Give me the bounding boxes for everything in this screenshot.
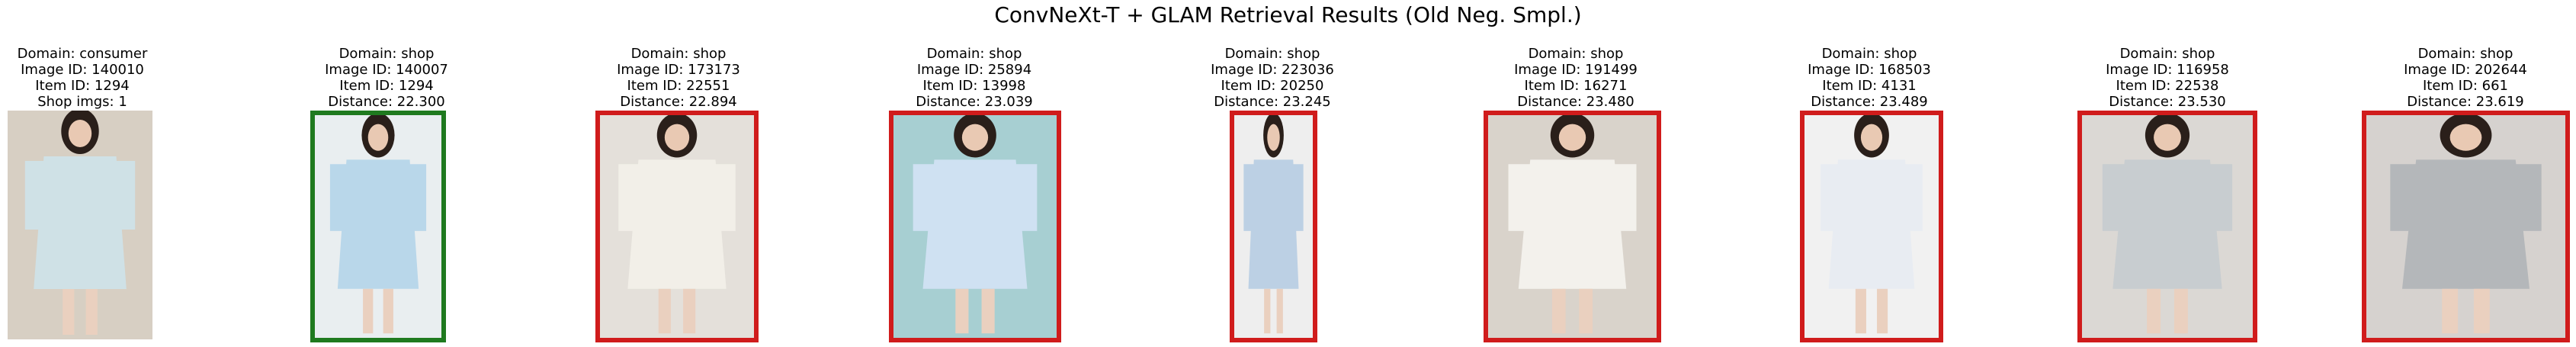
result-image-mismatch <box>1800 111 1943 342</box>
result-domain: Domain: shop <box>1224 46 1320 62</box>
result-image-mismatch <box>2362 111 2570 342</box>
result-domain: Domain: shop <box>338 46 435 62</box>
query-caption: Domain: consumer Image ID: 140010 Item ID:… <box>0 46 181 110</box>
result-image-mismatch <box>595 111 759 342</box>
query-image <box>8 111 152 339</box>
result-image-id: Image ID: 202644 <box>2404 62 2527 78</box>
result-distance: Distance: 23.480 <box>1517 94 1634 110</box>
figure-title: ConvNeXt-T + GLAM Retrieval Results (Old… <box>994 2 1582 27</box>
result-image-id: Image ID: 191499 <box>1514 62 1638 78</box>
result-distance: Distance: 23.039 <box>916 94 1033 110</box>
result-caption: Domain: shop Image ID: 25894 Item ID: 1399… <box>875 46 1073 110</box>
result-item-id: Item ID: 22551 <box>627 78 730 94</box>
result-caption: Domain: shop Image ID: 191499 Item ID: 162… <box>1477 46 1675 110</box>
result-domain: Domain: shop <box>1528 46 1624 62</box>
photo-illustration <box>8 111 152 339</box>
result-domain: Domain: shop <box>630 46 727 62</box>
result-distance: Distance: 23.530 <box>2109 94 2226 110</box>
result-item-id: Item ID: 16271 <box>1524 78 1628 94</box>
query-item-id: Item ID: 1294 <box>35 78 130 94</box>
result-caption: Domain: shop Image ID: 168503 Item ID: 413… <box>1770 46 1968 110</box>
result-item-id: Item ID: 4131 <box>1822 78 1917 94</box>
result-image-mismatch <box>2077 111 2257 342</box>
result-distance: Distance: 22.894 <box>620 94 737 110</box>
result-caption: Domain: shop Image ID: 202644 Item ID: 661… <box>2366 46 2565 110</box>
photo-illustration <box>2082 115 2253 338</box>
query-image-id: Image ID: 140010 <box>21 62 144 78</box>
result-domain: Domain: shop <box>2119 46 2215 62</box>
result-caption: Domain: shop Image ID: 173173 Item ID: 225… <box>579 46 778 110</box>
result-item-id: Item ID: 13998 <box>922 78 1026 94</box>
result-image-id: Image ID: 116958 <box>2106 62 2229 78</box>
result-image-id: Image ID: 173173 <box>617 62 740 78</box>
result-image-id: Image ID: 140007 <box>325 62 448 78</box>
photo-illustration <box>315 115 441 338</box>
photo-illustration <box>1488 115 1657 338</box>
query-domain: Domain: consumer <box>17 46 148 62</box>
result-item-id: Item ID: 22538 <box>2116 78 2219 94</box>
result-image-id: Image ID: 168503 <box>1808 62 1931 78</box>
result-domain: Domain: shop <box>1821 46 1917 62</box>
photo-illustration <box>600 115 754 338</box>
result-caption: Domain: shop Image ID: 223036 Item ID: 202… <box>1173 46 1371 110</box>
result-domain: Domain: shop <box>926 46 1022 62</box>
photo-illustration <box>1234 115 1313 338</box>
result-caption: Domain: shop Image ID: 116958 Item ID: 225… <box>2068 46 2266 110</box>
photo-illustration <box>2366 115 2565 338</box>
result-image-match <box>310 111 446 342</box>
result-image-mismatch <box>889 111 1061 342</box>
result-image-id: Image ID: 25894 <box>916 62 1032 78</box>
result-distance: Distance: 23.489 <box>1811 94 1928 110</box>
result-item-id: Item ID: 661 <box>2422 78 2508 94</box>
result-distance: Distance: 23.245 <box>1214 94 1331 110</box>
result-item-id: Item ID: 1294 <box>339 78 434 94</box>
result-distance: Distance: 23.619 <box>2407 94 2524 110</box>
result-image-id: Image ID: 223036 <box>1211 62 1334 78</box>
result-item-id: Item ID: 20250 <box>1221 78 1324 94</box>
photo-illustration <box>1804 115 1939 338</box>
result-distance: Distance: 22.300 <box>328 94 445 110</box>
result-image-mismatch <box>1230 111 1317 342</box>
photo-illustration <box>893 115 1057 338</box>
query-shop-imgs: Shop imgs: 1 <box>37 94 127 110</box>
result-image-mismatch <box>1484 111 1661 342</box>
result-domain: Domain: shop <box>2417 46 2513 62</box>
result-caption: Domain: shop Image ID: 140007 Item ID: 129… <box>287 46 486 110</box>
